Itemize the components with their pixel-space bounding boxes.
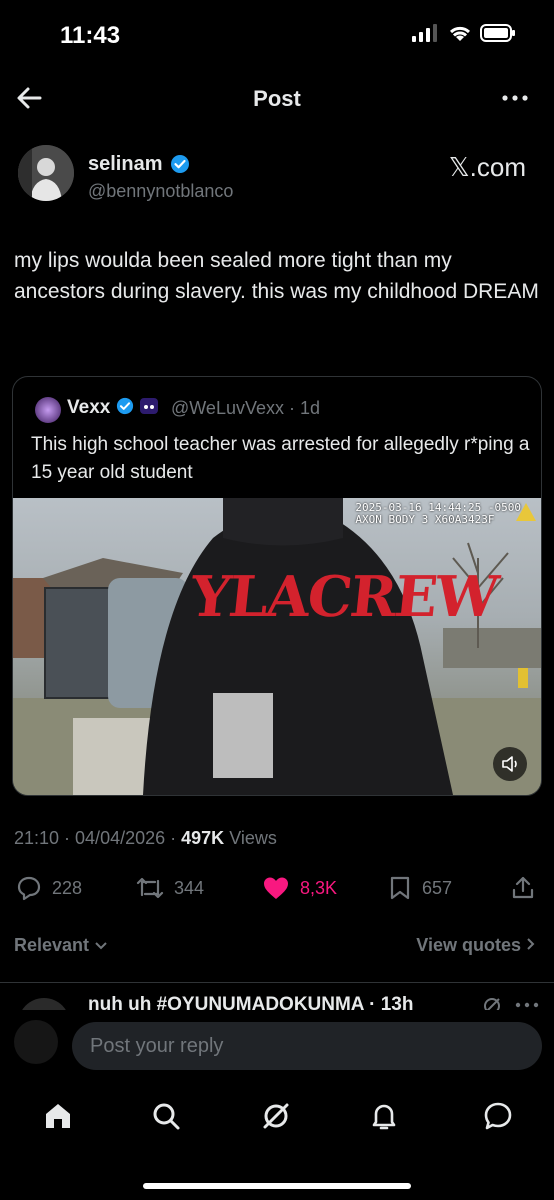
heart-filled-icon [264, 877, 288, 899]
search-icon [153, 1103, 180, 1130]
video-thumbnail[interactable]: YLACREW 2025-03-16 14:44:25 -0500 AXON B… [13, 498, 541, 795]
divider [0, 982, 554, 983]
views-count: 497K [181, 828, 225, 848]
post-timestamp: 21:10 · 04/04/2026 · [14, 828, 177, 848]
composer-avatar [14, 1020, 58, 1064]
quote-avatar[interactable] [35, 397, 61, 423]
quote-text: This high school teacher was arrested fo… [31, 434, 530, 483]
repost-button[interactable]: 344 [136, 875, 204, 901]
reply-preview[interactable]: nuh uh #OYUNUMADOKUNMA · 13h [0, 992, 554, 1012]
affiliate-badge-icon [139, 398, 158, 414]
quote-author-label: Vexx [67, 397, 111, 418]
verified-badge-icon [170, 154, 190, 179]
author-name[interactable]: selinam [88, 153, 162, 176]
video-scene [13, 498, 541, 795]
reply-count: 228 [52, 877, 83, 898]
share-button[interactable] [510, 875, 536, 901]
reply-placeholder: Post your reply [90, 1035, 224, 1057]
home-indicator [143, 1183, 411, 1189]
view-quotes-link[interactable]: View quotes [416, 935, 536, 956]
axon-logo-icon [516, 503, 536, 521]
share-icon [512, 876, 534, 899]
page-title: Post [253, 86, 301, 111]
overlay-line-2: AXON BODY 3 X60A3423F [355, 513, 495, 526]
more-options-icon[interactable] [514, 1000, 540, 1010]
bookmark-button[interactable]: 657 [388, 875, 452, 901]
quoted-post[interactable]: Vexx @WeLuvVexx · 1d This high school te… [12, 376, 542, 796]
status-time: 11:43 [60, 22, 121, 49]
view-quotes-label: View quotes [416, 935, 521, 955]
tab-messages[interactable] [480, 1098, 516, 1134]
like-button[interactable]: 8,3K [262, 875, 337, 901]
author-handle[interactable]: @bennynotblanco [88, 181, 233, 202]
message-icon [484, 1102, 512, 1130]
wifi-icon [449, 26, 471, 41]
hoodie-print: YLACREW [187, 564, 500, 630]
chevron-down-icon [95, 942, 107, 950]
grok-icon [263, 1103, 289, 1129]
speaker-muted-icon [502, 756, 517, 772]
bell-icon [372, 1104, 396, 1130]
quote-handle[interactable]: @WeLuvVexx · 1d [171, 398, 320, 419]
sound-toggle[interactable] [493, 747, 527, 781]
bookmark-count: 657 [422, 877, 453, 898]
sort-label: Relevant [14, 935, 90, 955]
status-icons [412, 24, 516, 42]
views-label: Views [229, 828, 277, 848]
tab-notifications[interactable] [366, 1098, 402, 1134]
source-label: 𝕏.com [448, 152, 526, 182]
signal-icon [412, 24, 437, 42]
battery-icon [480, 24, 515, 42]
tab-home[interactable] [40, 1098, 76, 1134]
tab-grok[interactable] [258, 1098, 294, 1134]
home-icon [46, 1104, 70, 1128]
post-text: my lips woulda been sealed more tight th… [14, 249, 539, 303]
quote-author-name[interactable]: Vexx [67, 397, 159, 419]
more-options-icon[interactable] [500, 86, 530, 115]
chevron-right-icon [527, 938, 535, 950]
reply-icon [17, 876, 41, 901]
video-timestamp-overlay: 2025-03-16 14:44:25 -0500 AXON BODY 3 X6… [355, 502, 521, 526]
repost-count: 344 [174, 877, 205, 898]
verified-badge-icon [116, 397, 133, 415]
sort-relevant-dropdown[interactable]: Relevant [14, 935, 108, 956]
like-count: 8,3K [300, 877, 338, 898]
author-avatar[interactable] [18, 145, 74, 201]
tab-search[interactable] [148, 1098, 184, 1134]
repost-icon [136, 877, 164, 899]
bookmark-icon [390, 876, 410, 900]
post-meta: 21:10 · 04/04/2026 · 497K Views [14, 828, 277, 849]
reply-button[interactable]: 228 [16, 875, 82, 901]
reply-input[interactable]: Post your reply [72, 1022, 542, 1070]
